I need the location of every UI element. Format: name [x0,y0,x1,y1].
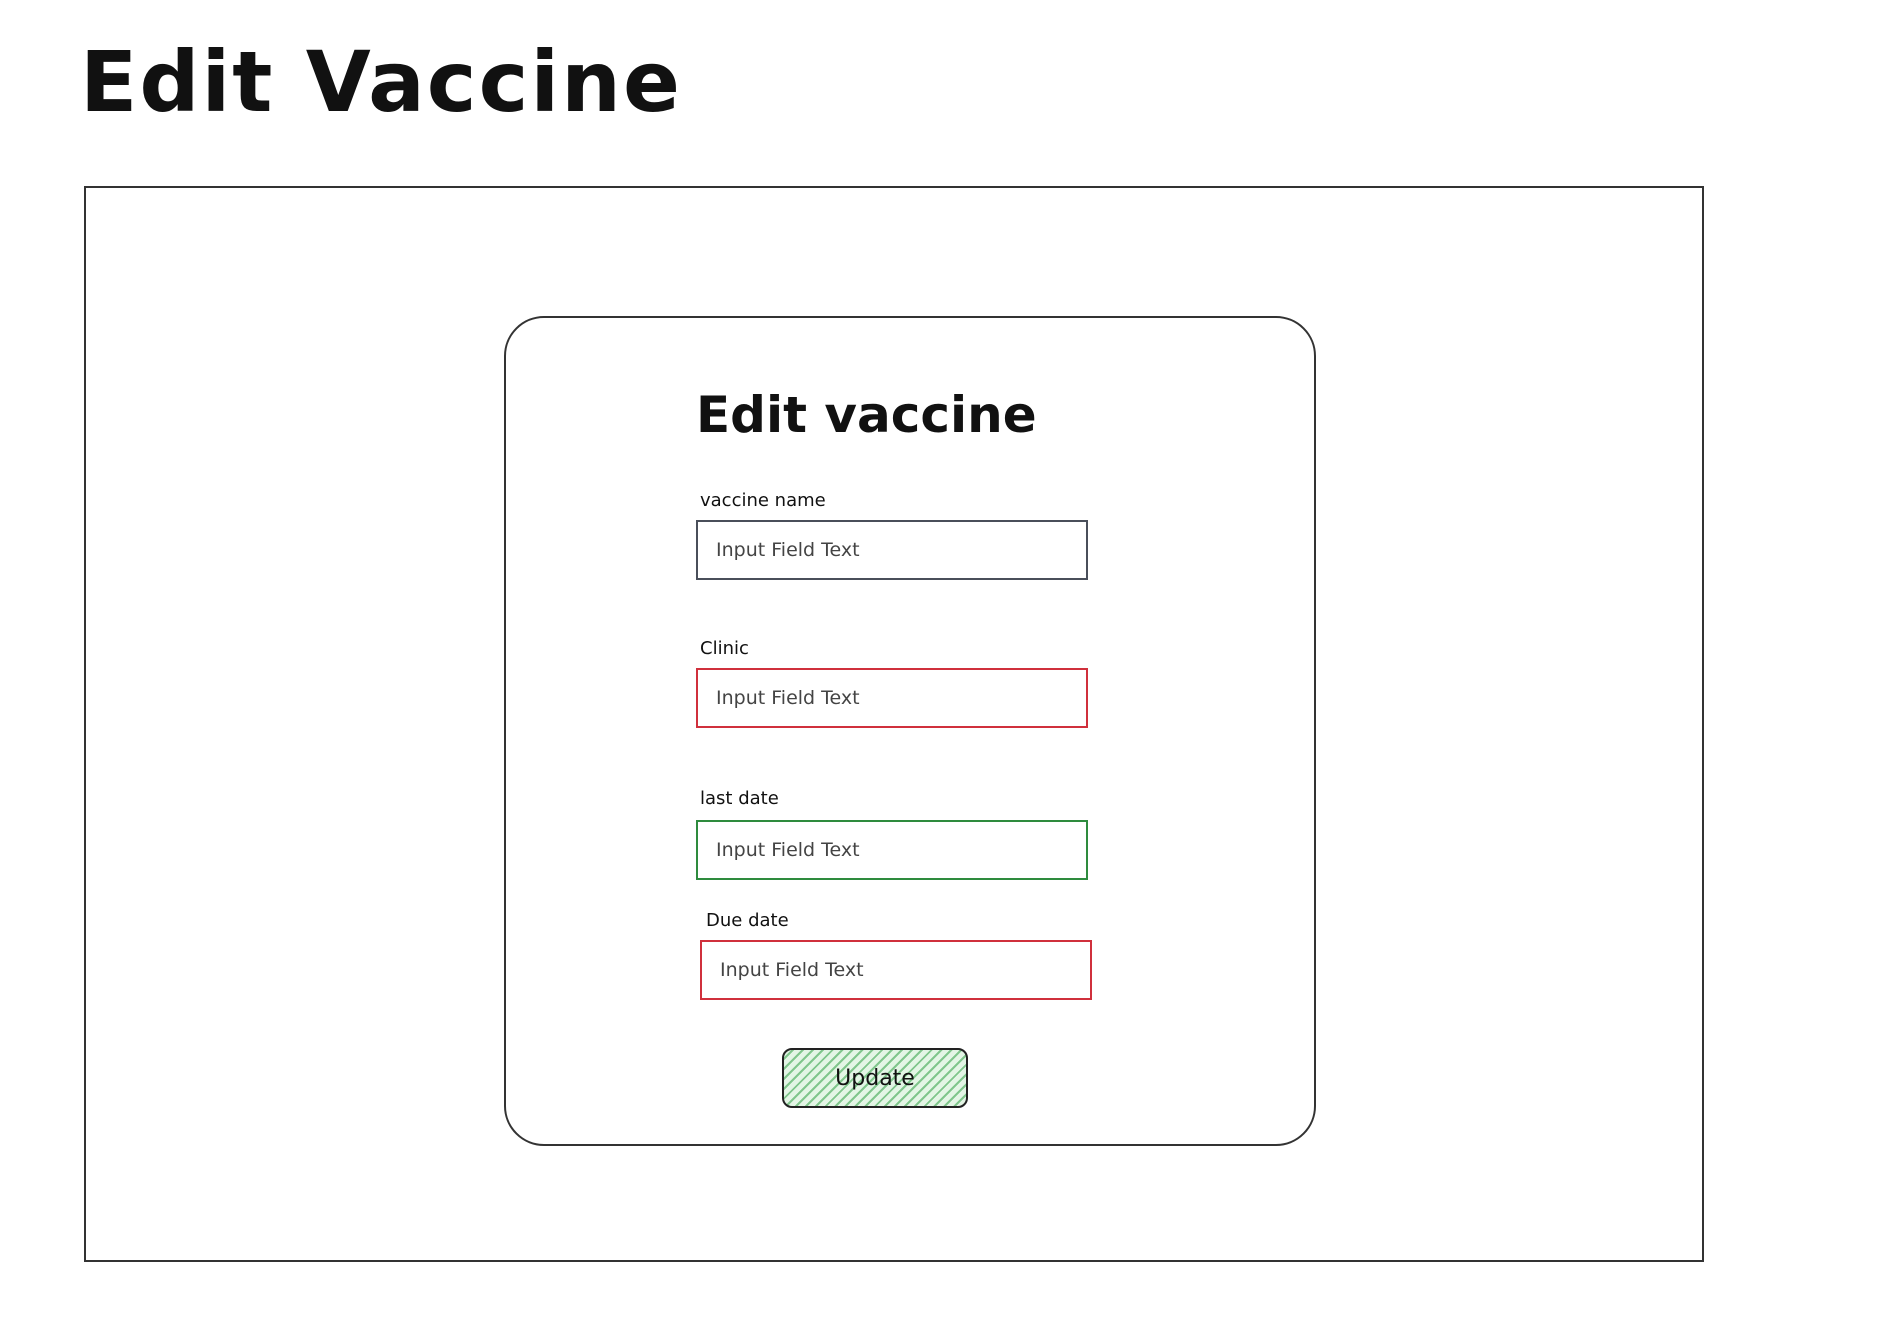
clinic-label: Clinic [700,638,749,659]
form-title: Edit vaccine [696,386,1037,444]
due-date-label: Due date [706,910,789,931]
due-date-input[interactable] [700,940,1092,1000]
last-date-input[interactable] [696,820,1088,880]
clinic-input[interactable] [696,668,1088,728]
page-title: Edit Vaccine [80,33,682,131]
update-button[interactable]: Update [782,1048,968,1108]
last-date-label: last date [700,788,779,809]
vaccine-name-input[interactable] [696,520,1088,580]
vaccine-name-label: vaccine name [700,490,826,511]
